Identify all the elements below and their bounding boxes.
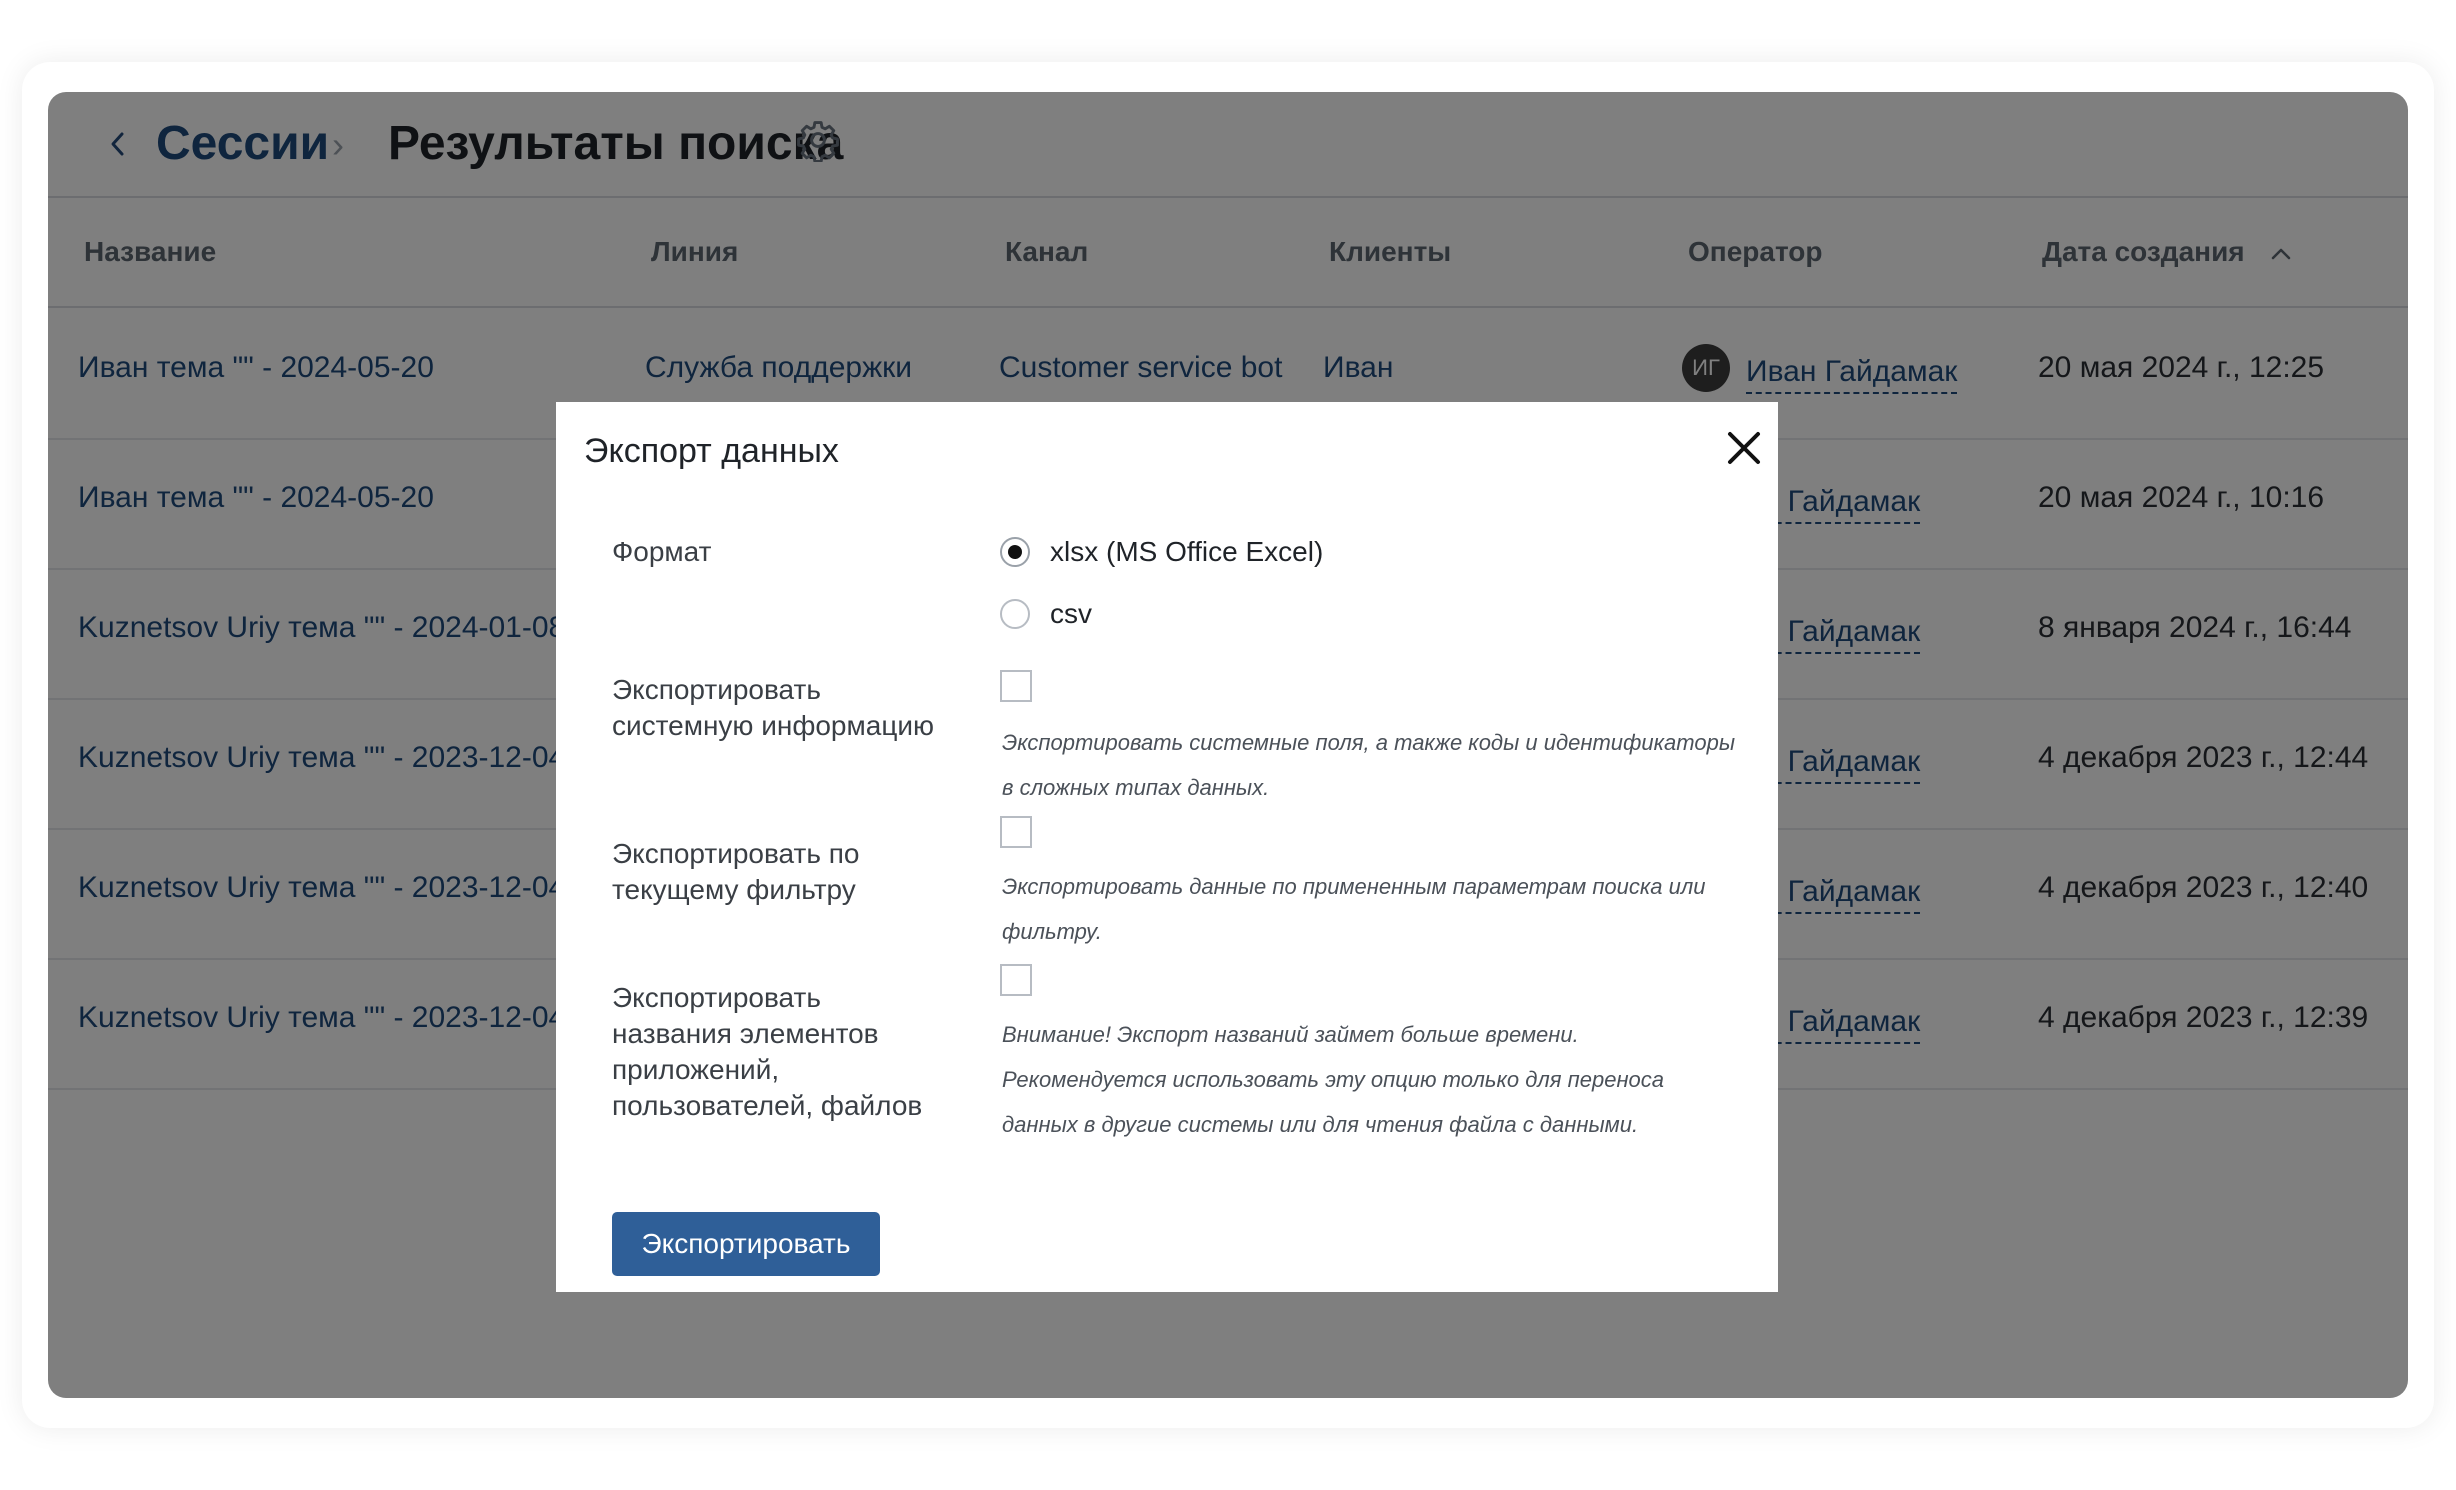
system-info-label-line-2: системную информацию: [612, 710, 934, 741]
format-option-csv-label[interactable]: csv: [1050, 596, 1092, 632]
element-names-hint: Внимание! Экспорт названий займет больше…: [1002, 1012, 1742, 1147]
current-filter-hint-line-1: Экспортировать данные по примененным пар…: [1002, 874, 1706, 899]
system-info-label: Экспортировать системную информацию: [612, 672, 972, 744]
format-radio-xlsx[interactable]: [1000, 537, 1030, 567]
element-names-label-line-2: названия элементов: [612, 1018, 879, 1049]
current-filter-hint: Экспортировать данные по примененным пар…: [1002, 864, 1742, 954]
format-radio-csv[interactable]: [1000, 599, 1030, 629]
current-filter-label: Экспортировать по текущему фильтру: [612, 836, 972, 908]
system-info-checkbox[interactable]: [1000, 670, 1032, 702]
element-names-label-line-3: приложений,: [612, 1054, 780, 1085]
element-names-hint-line-1: Внимание! Экспорт названий займет больше…: [1002, 1022, 1579, 1047]
current-filter-label-line-2: текущему фильтру: [612, 874, 856, 905]
current-filter-hint-line-2: фильтру.: [1002, 919, 1102, 944]
sessions-app: Сессии › Результаты поиска Название Лини…: [48, 92, 2408, 1398]
current-filter-label-line-1: Экспортировать по: [612, 838, 860, 869]
current-filter-checkbox[interactable]: [1000, 816, 1032, 848]
element-names-hint-line-2: Рекомендуется использовать эту опцию тол…: [1002, 1067, 1665, 1092]
element-names-label: Экспортировать названия элементов прилож…: [612, 980, 972, 1124]
element-names-label-line-4: пользователей, файлов: [612, 1090, 923, 1121]
element-names-hint-line-3: данных в другие системы или для чтения ф…: [1002, 1112, 1639, 1137]
element-names-label-line-1: Экспортировать: [612, 982, 821, 1013]
system-info-hint-line-2: в сложных типах данных.: [1002, 775, 1270, 800]
system-info-hint: Экспортировать системные поля, а также к…: [1002, 720, 1742, 810]
system-info-label-line-1: Экспортировать: [612, 674, 821, 705]
export-dialog: Экспорт данных Формат xlsx (MS Office Ex…: [556, 402, 1778, 1292]
format-label: Формат: [612, 536, 712, 567]
format-option-xlsx-label[interactable]: xlsx (MS Office Excel): [1050, 534, 1323, 570]
export-button[interactable]: Экспортировать: [612, 1212, 880, 1276]
system-info-hint-line-1: Экспортировать системные поля, а также к…: [1002, 730, 1736, 755]
close-icon[interactable]: [1724, 428, 1764, 468]
element-names-checkbox[interactable]: [1000, 964, 1032, 996]
dialog-title: Экспорт данных: [584, 432, 839, 470]
